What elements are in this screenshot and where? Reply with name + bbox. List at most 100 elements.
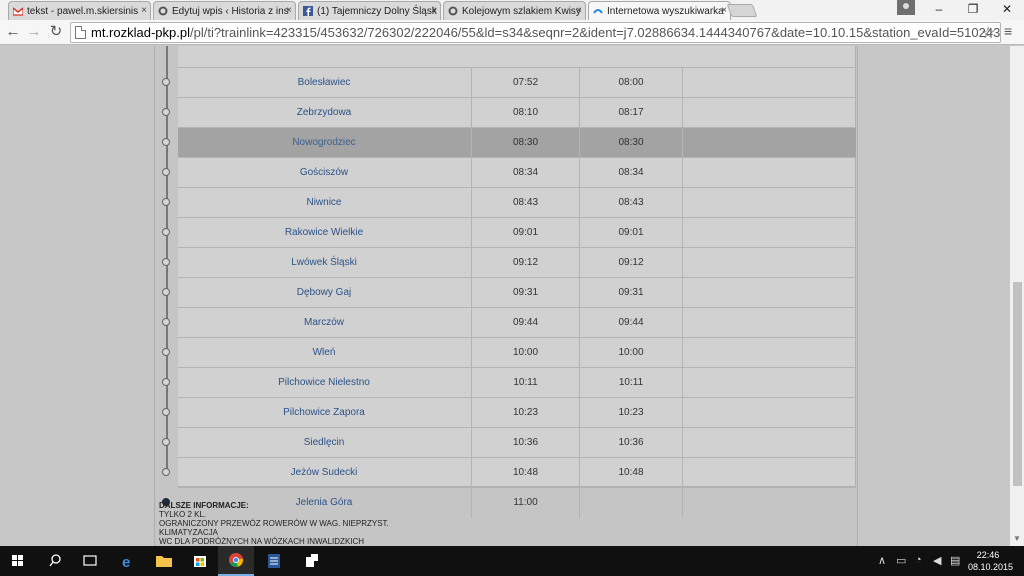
timetable-row: Zebrzydowa 08:10 08:17 xyxy=(178,97,856,128)
close-tab-icon[interactable]: × xyxy=(141,5,147,16)
vertical-scrollbar[interactable]: ▼ xyxy=(1010,46,1024,546)
search-icon xyxy=(49,554,61,567)
close-tab-icon[interactable]: × xyxy=(721,5,727,16)
notes-cell xyxy=(682,458,856,488)
minimize-icon[interactable]: – xyxy=(922,0,956,20)
station-link[interactable]: Pilchowice Nielestno xyxy=(178,368,470,398)
departure-time: 08:00 xyxy=(579,68,682,98)
tab-edytuj-wpis[interactable]: Edytuj wpis ‹ Historia z ins × xyxy=(153,1,296,20)
taskbar-chrome[interactable] xyxy=(218,546,254,576)
close-tab-icon[interactable]: × xyxy=(286,5,292,16)
timetable-row: Bolesławiec 07:52 08:00 xyxy=(178,67,856,98)
route-stop-dot xyxy=(162,468,170,476)
info-line: OGRANICZONY PRZEWÓZ ROWERÓW W WAG. NIEPR… xyxy=(159,519,389,528)
station-link[interactable]: Niwnice xyxy=(178,188,470,218)
tab-title: tekst - pawel.m.skiersinis xyxy=(27,6,139,17)
close-window-icon[interactable]: ✕ xyxy=(990,0,1024,20)
station-link[interactable]: Marczów xyxy=(178,308,470,338)
departure-time: 08:34 xyxy=(579,158,682,188)
departure-time: 10:36 xyxy=(579,428,682,458)
edge-icon: e xyxy=(122,554,130,571)
arrival-time: 11:00 xyxy=(471,488,579,518)
notes-cell xyxy=(682,398,856,428)
wifi-icon[interactable]: ◔ xyxy=(915,554,922,566)
arrival-time: 08:10 xyxy=(471,98,579,128)
address-bar[interactable]: mt.rozklad-pkp.pl/pl/ti?trainlink=423315… xyxy=(70,22,1001,43)
folder-icon xyxy=(156,556,172,567)
notes-cell xyxy=(682,98,856,128)
notes-cell xyxy=(682,368,856,398)
departure-time: 10:00 xyxy=(579,338,682,368)
scrollbar-thumb[interactable] xyxy=(1013,282,1022,486)
departure-time: 09:12 xyxy=(579,248,682,278)
forward-arrow-icon[interactable]: → xyxy=(25,23,43,41)
notes-cell xyxy=(682,188,856,218)
departure-time xyxy=(579,488,682,518)
departure-time: 10:11 xyxy=(579,368,682,398)
search-button[interactable] xyxy=(37,546,73,576)
station-link[interactable]: Lwówek Śląski xyxy=(178,248,470,278)
notes-cell xyxy=(682,218,856,248)
tab-facebook[interactable]: (1) Tajemniczy Dolny Śląsk × xyxy=(298,1,441,20)
clock-time: 22:46 xyxy=(976,550,1000,560)
notes-cell xyxy=(682,488,856,518)
reload-icon[interactable]: ↻ xyxy=(47,23,65,41)
tab-wyszukiwarka[interactable]: Internetowa wyszukiwarka × xyxy=(588,1,731,21)
station-link[interactable]: Gościszów xyxy=(178,158,470,188)
taskbar-store[interactable] xyxy=(182,546,218,576)
notes-cell xyxy=(682,308,856,338)
station-link[interactable]: Nowogrodziec xyxy=(178,128,470,158)
taskbar-explorer[interactable] xyxy=(146,546,182,576)
back-arrow-icon[interactable]: ← xyxy=(4,23,22,41)
menu-icon[interactable]: ≡ xyxy=(1004,23,1012,39)
system-clock[interactable]: 22:46 08.10.2015 xyxy=(968,549,1014,573)
clock-date: 08.10.2015 xyxy=(968,562,1014,572)
close-tab-icon[interactable]: × xyxy=(576,5,582,16)
arrival-time: 07:52 xyxy=(471,68,579,98)
info-title: DALSZE INFORMACJE: xyxy=(159,501,249,510)
station-link[interactable]: Bolesławiec xyxy=(178,68,470,98)
departure-time: 10:48 xyxy=(579,458,682,488)
bookmark-star-icon[interactable]: ☆ xyxy=(981,23,995,43)
svg-text:e: e xyxy=(122,554,130,571)
taskbar-word[interactable] xyxy=(256,546,292,576)
route-stop-dot xyxy=(162,168,170,176)
station-link[interactable]: Siedlęcin xyxy=(178,428,470,458)
wordpress-icon xyxy=(448,6,458,16)
station-link[interactable]: Jeżów Sudecki xyxy=(178,458,470,488)
scroll-down-arrow-icon[interactable]: ▼ xyxy=(1013,534,1021,543)
station-link[interactable]: Pilchowice Zapora xyxy=(178,398,470,428)
timetable-row: Nowogrodziec 08:30 08:30 xyxy=(178,127,856,158)
taskbar-edge[interactable]: e xyxy=(110,546,146,576)
timetable-row: Lwówek Śląski 09:12 09:12 xyxy=(178,247,856,278)
restore-icon[interactable]: ❐ xyxy=(956,0,990,20)
tab-title: (1) Tajemniczy Dolny Śląsk xyxy=(317,6,437,17)
volume-icon[interactable]: ◀ xyxy=(933,554,941,567)
route-stop-dot xyxy=(162,378,170,386)
arrival-time: 08:30 xyxy=(471,128,579,158)
notes-cell xyxy=(682,68,856,98)
route-stop-dot xyxy=(162,288,170,296)
start-button[interactable] xyxy=(0,546,36,576)
route-stop-dot xyxy=(162,348,170,356)
tab-kolejowym-szlakiem[interactable]: Kolejowym szlakiem Kwisy × xyxy=(443,1,586,20)
new-tab-button[interactable] xyxy=(726,4,758,17)
taskbar-app[interactable] xyxy=(294,546,330,576)
station-link[interactable]: Wleń xyxy=(178,338,470,368)
station-link[interactable]: Dębowy Gaj xyxy=(178,278,470,308)
route-stop-dot xyxy=(162,318,170,326)
task-view-button[interactable] xyxy=(72,546,108,576)
notes-cell xyxy=(682,278,856,308)
station-link[interactable]: Zebrzydowa xyxy=(178,98,470,128)
battery-icon[interactable]: ▭ xyxy=(896,554,906,567)
tab-gmail[interactable]: tekst - pawel.m.skiersinis × xyxy=(8,1,151,20)
app-icon xyxy=(306,554,318,567)
departure-time: 09:44 xyxy=(579,308,682,338)
arrival-time: 09:12 xyxy=(471,248,579,278)
notifications-icon[interactable]: ▤ xyxy=(950,554,960,567)
show-hidden-icons-icon[interactable]: ∧ xyxy=(878,554,886,567)
profile-icon[interactable] xyxy=(897,0,915,15)
route-stop-dot xyxy=(162,228,170,236)
station-link[interactable]: Rakowice Wielkie xyxy=(178,218,470,248)
close-tab-icon[interactable]: × xyxy=(431,5,437,16)
